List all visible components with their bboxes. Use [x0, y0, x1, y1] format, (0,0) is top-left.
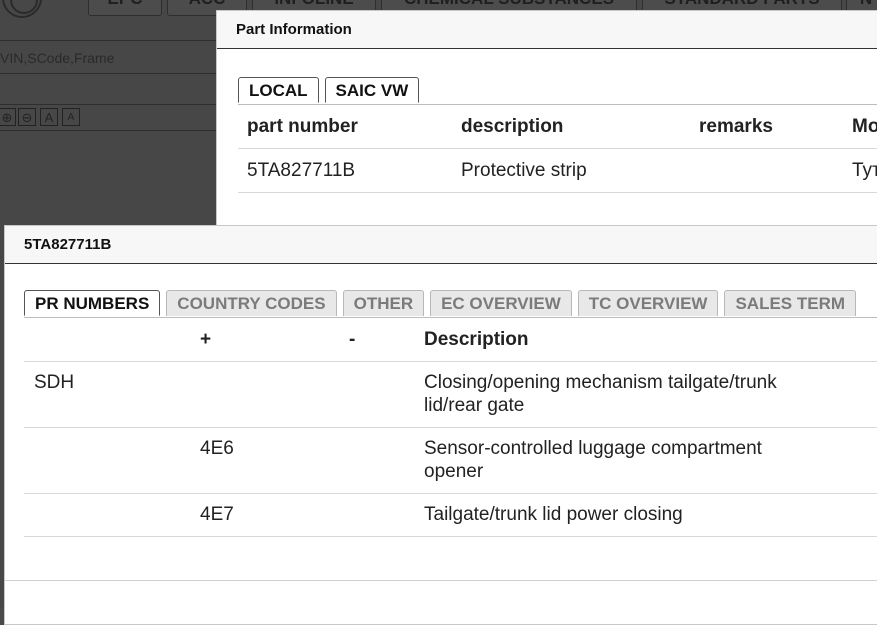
plus-cell: 4E6 [199, 427, 345, 494]
column-header-plus: + [199, 318, 345, 362]
column-header-description: Description [424, 318, 799, 362]
dialog-title: 5TA827711B [5, 226, 877, 264]
tab-pr-numbers[interactable]: PR NUMBERS [24, 290, 161, 316]
tab-country-codes[interactable]: COUNTRY CODES [166, 290, 337, 316]
table-row[interactable]: 5TA827711B Protective strip Тут [238, 148, 877, 193]
pr-numbers-table: + - Description SDH Closing/opening mech… [24, 318, 877, 537]
column-header-minus: - [345, 318, 424, 362]
column-header-spacer [799, 318, 877, 362]
column-header-description[interactable]: description [452, 105, 690, 149]
tab-ec-overview[interactable]: EC OVERVIEW [430, 290, 572, 316]
column-header-remarks[interactable]: remarks [690, 105, 843, 149]
part-info-tabs: LOCAL SAIC VW [238, 77, 420, 103]
remarks-cell [690, 148, 843, 193]
table-header-row: part number description remarks Mo [238, 105, 877, 149]
vw-logo-icon [2, 0, 42, 18]
tab-local[interactable]: LOCAL [238, 77, 319, 103]
tab-sales-term[interactable]: SALES TERM [724, 290, 857, 316]
tab-saic-vw[interactable]: SAIC VW [324, 77, 420, 103]
dialog-title: Part Information [217, 11, 877, 49]
model-cell: Тут [843, 148, 877, 193]
zoom-in-icon[interactable]: ⊕ [0, 108, 16, 126]
minus-cell [345, 361, 424, 428]
plus-cell: 4E7 [199, 493, 345, 537]
minus-cell [345, 427, 424, 494]
spacer-cell [799, 427, 877, 494]
description-cell: Protective strip [452, 148, 690, 193]
description-cell: Tailgate/trunk lid power closing [424, 493, 799, 537]
part-info-table: part number description remarks Mo 5TA82… [238, 105, 877, 193]
column-header-part-number[interactable]: part number [238, 105, 452, 149]
tab-tc-overview[interactable]: TC OVERVIEW [577, 290, 719, 316]
table-row[interactable]: 4E7 Tailgate/trunk lid power closing [24, 493, 877, 537]
minus-cell [345, 493, 424, 537]
family-cell: SDH [24, 361, 199, 428]
zoom-out-icon[interactable]: ⊖ [18, 108, 36, 126]
column-header-model[interactable]: Mo [843, 105, 877, 149]
spacer-cell [799, 361, 877, 428]
pr-numbers-dialog: 5TA827711B PR NUMBERS COUNTRY CODES OTHE… [4, 225, 877, 625]
family-cell [24, 427, 199, 494]
part-number-cell: 5TA827711B [238, 148, 452, 193]
plus-cell [199, 361, 345, 428]
description-cell: Closing/opening mechanism tailgate/trunk… [424, 361, 799, 428]
pr-dialog-tabs: PR NUMBERS COUNTRY CODES OTHER EC OVERVI… [24, 290, 857, 316]
family-cell [24, 493, 199, 537]
bg-tools-row: ⊕ ⊖ A A [0, 106, 230, 131]
description-cell: Sensor-controlled luggage compartment op… [424, 427, 799, 494]
vin-search-input[interactable]: VIN,SCode,Frame [0, 40, 230, 74]
font-decrease-icon[interactable]: A [62, 108, 80, 126]
font-increase-icon[interactable]: A [40, 108, 58, 126]
part-information-dialog: Part Information LOCAL SAIC VW part numb… [216, 10, 877, 250]
vin-search-placeholder: VIN,SCode,Frame [0, 50, 115, 66]
spacer-cell [799, 493, 877, 537]
bg-tab-epc[interactable]: EPC [88, 0, 162, 16]
footer-divider [5, 580, 877, 581]
table-row[interactable]: 4E6 Sensor-controlled luggage compartmen… [24, 427, 877, 494]
table-header-row: + - Description [24, 318, 877, 362]
tab-other[interactable]: OTHER [342, 290, 425, 316]
column-header-family [24, 318, 199, 362]
bg-toolbar-row [0, 74, 230, 105]
table-row[interactable]: SDH Closing/opening mechanism tailgate/t… [24, 361, 877, 428]
